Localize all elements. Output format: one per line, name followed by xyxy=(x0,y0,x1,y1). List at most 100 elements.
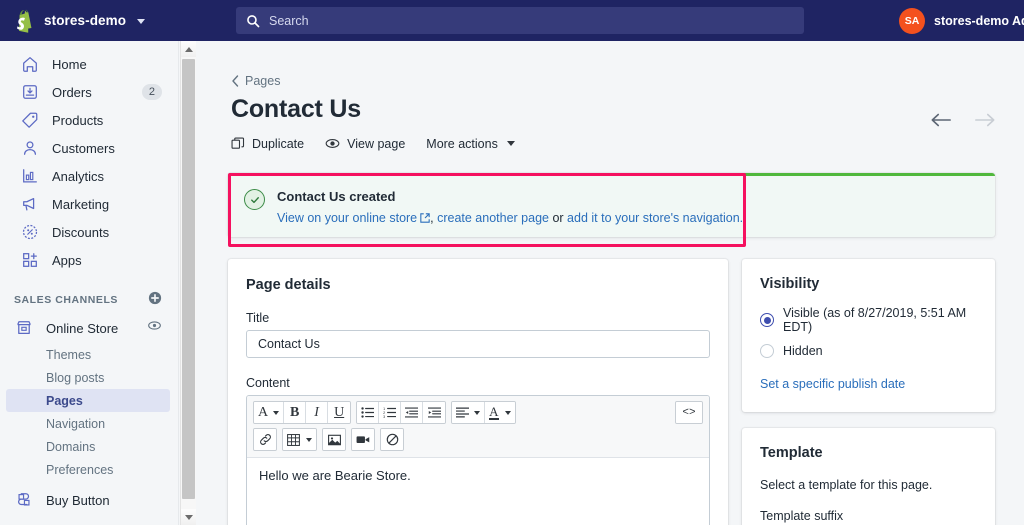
sales-channels-label: SALES CHANNELS xyxy=(14,294,118,306)
more-actions-button[interactable]: More actions xyxy=(426,137,515,151)
bullet-list-button[interactable] xyxy=(357,402,380,423)
history-navigation xyxy=(930,112,996,133)
success-banner: Contact Us created View on your online s… xyxy=(228,173,995,237)
analytics-icon xyxy=(20,166,40,186)
content-editable-area[interactable]: Hello we are Bearie Store. xyxy=(247,458,709,525)
radio-visible[interactable] xyxy=(760,313,774,327)
sidebar-item-apps[interactable]: Apps xyxy=(6,246,172,274)
breadcrumb[interactable]: Pages xyxy=(231,74,1024,88)
store-switcher[interactable]: stores-demo xyxy=(0,0,157,41)
table-group xyxy=(282,428,317,451)
sidebar-item-label: Discounts xyxy=(52,224,110,240)
sidebar-item-discounts[interactable]: Discounts xyxy=(6,218,172,246)
link-button-group xyxy=(253,428,277,451)
rich-text-editor: A B I U 123 A <> Hello we are Bearie Sto… xyxy=(246,395,710,525)
sidebar-item-online-store[interactable]: Online Store xyxy=(0,313,178,343)
visibility-option-visible[interactable]: Visible (as of 8/27/2019, 5:51 AM EDT) xyxy=(760,306,977,334)
add-to-navigation-link[interactable]: add it to your store's navigation. xyxy=(567,211,743,225)
title-input[interactable] xyxy=(246,330,710,358)
duplicate-button[interactable]: Duplicate xyxy=(231,137,304,151)
create-another-page-link[interactable]: create another page xyxy=(437,211,549,225)
shopify-admin-page: stores-demo SA stores-demo Admin Home xyxy=(0,0,1024,525)
sidebar-item-label: Marketing xyxy=(52,196,110,212)
view-page-label: View page xyxy=(347,136,406,151)
insert-image-button[interactable] xyxy=(323,429,345,450)
orders-icon xyxy=(20,82,40,102)
scrollbar-thumb[interactable] xyxy=(182,59,195,499)
indent-button[interactable] xyxy=(423,402,446,423)
visibility-title: Visibility xyxy=(760,276,820,292)
more-actions-label: More actions xyxy=(426,136,498,151)
sidebar-subitem-label: Themes xyxy=(46,347,92,362)
visibility-card: Visibility Visible (as of 8/27/2019, 5:5… xyxy=(742,259,995,412)
chevron-down-icon xyxy=(306,437,312,442)
sidebar-item-analytics[interactable]: Analytics xyxy=(6,162,172,190)
sidebar-subitem-label: Pages xyxy=(46,393,83,408)
online-store-icon xyxy=(14,318,34,338)
set-publish-date-link[interactable]: Set a specific publish date xyxy=(760,377,905,391)
sales-channels-section-header: SALES CHANNELS xyxy=(0,287,178,313)
outdent-button[interactable] xyxy=(401,402,424,423)
table-button[interactable] xyxy=(283,429,316,450)
sidebar-subitem-themes[interactable]: Themes xyxy=(6,343,170,366)
radio-hidden[interactable] xyxy=(760,344,774,358)
italic-button[interactable]: I xyxy=(306,402,329,423)
sidebar-subitem-label: Blog posts xyxy=(46,370,105,385)
visible-label: Visible (as of 8/27/2019, 5:51 AM EDT) xyxy=(783,306,967,334)
marketing-icon xyxy=(20,194,40,214)
clear-formatting-button[interactable] xyxy=(381,429,403,450)
sidebar-item-label: Customers xyxy=(52,140,115,156)
orders-count-badge: 2 xyxy=(141,84,162,100)
external-link-icon xyxy=(420,213,430,223)
underline-button[interactable]: U xyxy=(328,402,351,423)
user-menu[interactable]: SA stores-demo Admin xyxy=(894,0,1024,41)
scroll-down-button[interactable] xyxy=(181,509,196,525)
sidebar-scrollbar[interactable] xyxy=(180,41,196,525)
arrow-left-icon[interactable] xyxy=(930,112,952,133)
sidebar-item-buy-button[interactable]: Buy Button xyxy=(0,485,178,515)
scroll-up-button[interactable] xyxy=(181,41,196,57)
sidebar-item-orders[interactable]: Orders 2 xyxy=(6,78,172,106)
sidebar-subitem-navigation[interactable]: Navigation xyxy=(6,412,170,435)
code-view-button[interactable]: <> xyxy=(676,402,702,423)
online-store-label: Online Store xyxy=(46,320,119,336)
sidebar-subitem-preferences[interactable]: Preferences xyxy=(6,458,170,481)
sidebar-subitem-label: Domains xyxy=(46,439,96,454)
page-title: Contact Us xyxy=(231,95,361,123)
sidebar-item-customers[interactable]: Customers xyxy=(6,134,172,162)
view-online-store-link[interactable]: View on your online store xyxy=(277,211,417,225)
bold-button[interactable]: B xyxy=(284,402,307,423)
template-title: Template xyxy=(760,445,823,461)
sidebar-item-home[interactable]: Home xyxy=(6,50,172,78)
font-size-button[interactable]: A xyxy=(254,402,285,423)
page-details-title: Page details xyxy=(246,277,331,293)
eye-icon[interactable] xyxy=(147,318,162,338)
duplicate-label: Duplicate xyxy=(252,136,305,151)
sidebar-item-marketing[interactable]: Marketing xyxy=(6,190,172,218)
sidebar-subitem-pages[interactable]: Pages xyxy=(6,389,170,412)
align-color-group: A xyxy=(451,401,516,424)
plus-circle-icon[interactable] xyxy=(148,291,162,310)
arrow-right-icon[interactable] xyxy=(974,112,996,133)
visibility-option-hidden[interactable]: Hidden xyxy=(760,344,977,358)
template-card: Template Select a template for this page… xyxy=(742,428,995,525)
view-page-button[interactable]: View page xyxy=(325,136,405,151)
search-bar[interactable] xyxy=(236,7,804,34)
search-input[interactable] xyxy=(269,13,794,28)
success-check-icon xyxy=(244,189,265,210)
video-group xyxy=(351,428,375,451)
sidebar-subitem-blog-posts[interactable]: Blog posts xyxy=(6,366,170,389)
text-color-button[interactable]: A xyxy=(485,402,515,423)
sidebar-item-label: Analytics xyxy=(52,168,105,184)
numbered-list-button[interactable]: 123 xyxy=(379,402,402,423)
store-name-label: stores-demo xyxy=(44,13,127,28)
content-field-label: Content xyxy=(246,376,290,390)
page-actions: Duplicate View page More actions xyxy=(231,136,1024,151)
align-button[interactable] xyxy=(452,402,486,423)
main-content: Pages Contact Us Duplicate View page Mor… xyxy=(196,41,1024,525)
insert-video-button[interactable] xyxy=(352,429,374,450)
template-description: Select a template for this page. xyxy=(760,478,933,492)
sidebar-subitem-domains[interactable]: Domains xyxy=(6,435,170,458)
sidebar-item-products[interactable]: Products xyxy=(6,106,172,134)
link-button[interactable] xyxy=(254,429,276,450)
